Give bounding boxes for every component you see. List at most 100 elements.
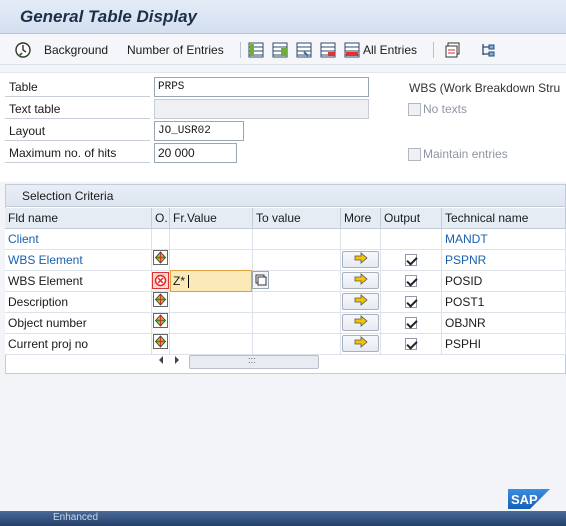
- column-header-from-value[interactable]: Fr.Value: [170, 208, 253, 229]
- selection-option-icon: [153, 292, 168, 312]
- row-field-name: Object number: [5, 313, 152, 334]
- checkmark-icon: [405, 296, 417, 308]
- table-input[interactable]: PRPS: [154, 77, 369, 97]
- multiple-selection-button[interactable]: [342, 314, 379, 331]
- output-checkbox[interactable]: [381, 271, 442, 292]
- scroll-thumb[interactable]: :::: [189, 355, 319, 369]
- checkmark-icon: [405, 317, 417, 329]
- from-value-input-active[interactable]: Z*: [170, 270, 252, 292]
- row-option-cell: [152, 229, 170, 250]
- row-field-name: Description: [5, 292, 152, 313]
- layout-icon: [445, 42, 461, 58]
- no-texts-label: No texts: [423, 102, 468, 116]
- selection-criteria-title: Selection Criteria: [6, 185, 565, 207]
- toolbar-separator: [240, 42, 241, 58]
- all-entries-button[interactable]: All Entries: [344, 39, 417, 61]
- table-icon: [272, 42, 288, 58]
- layout-input[interactable]: JO_USR02: [154, 121, 244, 141]
- from-value-input[interactable]: [170, 292, 253, 313]
- multiple-selection-button[interactable]: [342, 293, 379, 310]
- table-view-button-4[interactable]: [320, 39, 336, 61]
- error-icon: [153, 274, 168, 291]
- page-title: General Table Display: [20, 7, 197, 26]
- checkmark-icon: [405, 254, 417, 266]
- selection-option-icon: [153, 250, 168, 270]
- table-view-button-2[interactable]: [272, 39, 288, 61]
- text-table-input: [154, 99, 369, 119]
- output-checkbox[interactable]: [381, 313, 442, 334]
- row-technical-name: MANDT: [442, 229, 566, 250]
- number-of-entries-button[interactable]: Number of Entries: [127, 39, 224, 61]
- table-icon: [344, 42, 360, 58]
- from-value-input[interactable]: [170, 313, 253, 334]
- column-header-option[interactable]: O.: [152, 208, 170, 229]
- scroll-right-icon[interactable]: [173, 354, 181, 369]
- row-from-value: [170, 229, 253, 250]
- scroll-left-icon[interactable]: [157, 354, 165, 369]
- row-field-name: Client: [5, 229, 152, 250]
- max-hits-input[interactable]: 20 000: [154, 143, 237, 163]
- f4-help-icon: [253, 274, 268, 291]
- multiple-selection-icon: [353, 273, 369, 288]
- column-header-output[interactable]: Output: [381, 208, 442, 229]
- all-entries-label: All Entries: [363, 43, 418, 57]
- background-label: Background: [44, 43, 109, 57]
- row-to-value: [253, 229, 341, 250]
- text-table-label: Text table: [5, 100, 150, 119]
- background-button[interactable]: Background: [14, 39, 108, 61]
- checkmark-icon: [405, 338, 417, 350]
- layout-label: Layout: [5, 122, 150, 141]
- table-icon: [296, 42, 312, 58]
- field-list-button[interactable]: [480, 39, 496, 61]
- text-cursor: [188, 275, 189, 288]
- multiple-selection-button[interactable]: [342, 335, 379, 352]
- column-header-technical-name[interactable]: Technical name: [442, 208, 566, 229]
- row-technical-name: PSPNR: [442, 250, 566, 271]
- output-checkbox[interactable]: [381, 292, 442, 313]
- output-checkbox[interactable]: [381, 334, 442, 355]
- row-more-cell: [341, 229, 381, 250]
- multiple-selection-icon: [353, 315, 369, 330]
- table-description: WBS (Work Breakdown Stru: [409, 81, 561, 95]
- column-header-field-name[interactable]: Fld name: [5, 208, 152, 229]
- value-help-button[interactable]: [252, 271, 269, 289]
- row-field-name: WBS Element: [5, 271, 152, 292]
- table-view-button-1[interactable]: [248, 39, 264, 61]
- layout-button[interactable]: [445, 39, 461, 61]
- from-value-input[interactable]: [170, 250, 253, 271]
- selection-option-button[interactable]: [152, 292, 170, 313]
- to-value-input[interactable]: [253, 250, 341, 271]
- table-icon: [320, 42, 336, 58]
- column-header-more[interactable]: More: [341, 208, 381, 229]
- number-of-entries-label: Number of Entries: [127, 43, 224, 57]
- execute-background-icon: [14, 41, 32, 59]
- toolbar-separator: [433, 42, 434, 58]
- table-view-button-3[interactable]: [296, 39, 312, 61]
- header-form: Table PRPS WBS (Work Breakdown Stru Text…: [0, 72, 566, 182]
- checkmark-icon: [405, 275, 417, 287]
- selection-option-error-button[interactable]: [152, 272, 169, 289]
- selection-option-icon: [153, 313, 168, 333]
- row-field-name: WBS Element: [5, 250, 152, 271]
- column-header-to-value[interactable]: To value: [253, 208, 341, 229]
- row-technical-name: POSID: [442, 271, 566, 292]
- to-value-input[interactable]: [253, 292, 341, 313]
- row-output-cell: [381, 229, 442, 250]
- multiple-selection-button[interactable]: [342, 272, 379, 289]
- table-icon: [248, 42, 264, 58]
- selection-option-button[interactable]: [152, 250, 170, 271]
- maintain-entries-checkbox: [408, 148, 421, 161]
- row-technical-name: PSPHI: [442, 334, 566, 355]
- row-technical-name: OBJNR: [442, 313, 566, 334]
- no-texts-checkbox: [408, 103, 421, 116]
- title-bar: General Table Display: [0, 0, 566, 34]
- application-toolbar: Background Number of Entries All Entries: [0, 35, 566, 65]
- from-value-text: Z*: [173, 274, 185, 288]
- multiple-selection-button[interactable]: [342, 251, 379, 268]
- output-checkbox[interactable]: [381, 250, 442, 271]
- selection-option-button[interactable]: [152, 313, 170, 334]
- sap-window: General Table Display Background Number …: [0, 0, 566, 526]
- maintain-entries-label: Maintain entries: [423, 147, 508, 161]
- to-value-input[interactable]: [253, 313, 341, 334]
- multiple-selection-icon: [353, 252, 369, 267]
